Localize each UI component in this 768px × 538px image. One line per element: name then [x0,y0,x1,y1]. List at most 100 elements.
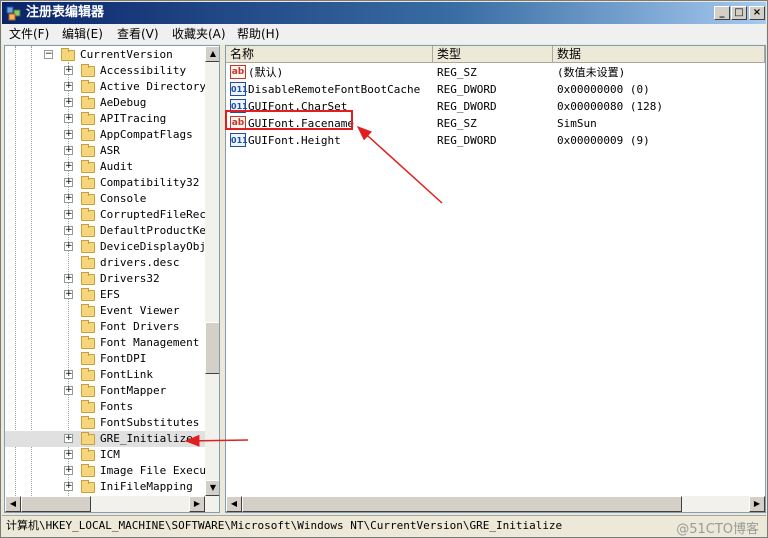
expand-icon[interactable]: + [64,82,73,91]
tree-node-label: DeviceDisplayObje [100,240,213,253]
scroll-down-arrow-icon[interactable]: ▼ [205,480,219,496]
expand-icon[interactable]: + [64,114,73,123]
tree-node-label: Image File Execut [100,464,213,477]
expand-icon[interactable]: + [64,274,73,283]
expand-icon[interactable]: + [64,370,73,379]
tree-node[interactable]: + FontLink [5,367,205,383]
expand-icon[interactable]: + [64,242,73,251]
column-header-name[interactable]: 名称 [226,46,433,63]
tree-node[interactable]: Font Drivers [5,319,205,335]
tree-node[interactable]: + GRE_Initialize [5,431,205,447]
tree-node-label: APITracing [100,112,167,125]
value-row[interactable]: ab (默认) REG_SZ (数值未设置) [226,64,765,81]
expand-icon[interactable]: + [64,226,73,235]
expand-icon[interactable]: + [64,194,73,203]
column-header-type[interactable]: 类型 [433,46,553,63]
menu-view[interactable]: 查看(V) [114,26,162,42]
scroll-right-arrow-icon[interactable]: ▶ [749,496,765,512]
value-type: REG_DWORD [437,83,497,96]
tree-node[interactable]: FontSubstitutes [5,415,205,431]
tree-node-label: Audit [100,160,134,173]
tree-node[interactable]: + CorruptedFileReco [5,207,213,223]
folder-icon [81,368,95,381]
tree-node[interactable]: Fonts [5,399,205,415]
scroll-thumb[interactable] [205,322,219,374]
menu-file[interactable]: 文件(F) [6,26,52,42]
folder-icon [81,96,95,109]
menu-favorites[interactable]: 收藏夹(A) [169,26,229,42]
key-tree-pane[interactable]: − CurrentVersion + Accessibility + Active D… [4,45,220,513]
scroll-up-arrow-icon[interactable]: ▲ [205,46,219,62]
expand-icon[interactable]: + [64,290,73,299]
folder-icon [81,112,95,125]
tree-node[interactable]: Event Viewer [5,303,205,319]
expand-icon[interactable]: + [64,386,73,395]
scroll-left-arrow-icon[interactable]: ◀ [226,496,242,512]
list-horizontal-scrollbar[interactable]: ◀ ▶ [226,496,765,512]
tree-node[interactable]: + ICM [5,447,205,463]
tree-node[interactable]: + AppCompatFlags [5,127,205,143]
tree-node[interactable]: + Console [5,191,205,207]
scroll-right-arrow-icon[interactable]: ▶ [189,496,205,512]
expand-icon[interactable]: + [64,178,73,187]
maximize-button[interactable]: □ [731,6,747,20]
expand-icon[interactable]: + [64,434,73,443]
folder-icon [81,128,95,141]
scroll-left-arrow-icon[interactable]: ◀ [5,496,21,512]
tree-node-currentversion[interactable]: − CurrentVersion [5,47,205,63]
folder-icon [81,384,95,397]
binary-value-icon: 011 [230,82,248,96]
expand-icon[interactable]: + [64,98,73,107]
tree-node-label: ASR [100,144,120,157]
folder-icon [81,464,95,477]
tree-node[interactable]: + AeDebug [5,95,205,111]
tree-node[interactable]: + FontMapper [5,383,205,399]
tree-node[interactable]: drivers.desc [5,255,205,271]
tree-node[interactable]: + Image File Execut [5,463,213,479]
scroll-thumb[interactable] [242,496,682,512]
expand-icon[interactable]: + [64,482,73,491]
tree-node-label: CorruptedFileReco [100,208,213,221]
value-row[interactable]: 011 DisableRemoteFontBootCache REG_DWORD 0x… [226,81,765,98]
expand-icon[interactable]: + [64,162,73,171]
close-button[interactable]: × [749,6,765,20]
tree-node[interactable]: + EFS [5,287,205,303]
expand-icon[interactable]: + [64,146,73,155]
tree-node[interactable]: + Compatibility32 [5,175,205,191]
tree-node[interactable]: + ASR [5,143,205,159]
tree-node[interactable]: + IniFileMapping [5,479,205,495]
tree-vertical-scrollbar[interactable]: ▲ ▼ [205,46,219,496]
folder-icon [81,400,95,413]
tree-node-label: IniFileMapping [100,480,193,493]
value-row[interactable]: 011 GUIFont.Height REG_DWORD 0x00000009 (9) [226,132,765,149]
tree-node-label: CurrentVersion [80,48,173,61]
expand-icon[interactable]: + [64,466,73,475]
expand-icon[interactable]: + [64,66,73,75]
minimize-button[interactable]: _ [714,6,730,20]
title-bar[interactable]: 注册表编辑器 _ □ × [2,2,766,24]
tree-node[interactable]: FontDPI [5,351,205,367]
tree-node-label: FontSubstitutes [100,416,200,429]
expand-icon[interactable]: + [64,210,73,219]
menu-edit[interactable]: 编辑(E) [59,26,106,42]
tree-node[interactable]: + APITracing [5,111,205,127]
tree-node[interactable]: + Accessibility [5,63,205,79]
menu-help[interactable]: 帮助(H) [234,26,282,42]
folder-icon [81,80,95,93]
tree-node[interactable]: + Drivers32 [5,271,205,287]
tree-node[interactable]: Font Management [5,335,205,351]
collapse-icon[interactable]: − [44,50,53,59]
tree-node[interactable]: + Active Directory [5,79,206,95]
tree-horizontal-scrollbar[interactable]: ◀ ▶ [5,496,219,512]
tree-node[interactable]: + DefaultProductKey [5,223,213,239]
tree-node-label: Active Directory [100,80,206,93]
watermark: @51CTO博客 [676,522,759,537]
menu-bar: 文件(F) 编辑(E) 查看(V) 收藏夹(A) 帮助(H) [2,24,766,44]
column-header-data[interactable]: 数据 [553,46,765,63]
expand-icon[interactable]: + [64,130,73,139]
tree-node[interactable]: + DeviceDisplayObje [5,239,213,255]
folder-icon [81,192,95,205]
expand-icon[interactable]: + [64,450,73,459]
scroll-thumb[interactable] [21,496,91,512]
tree-node[interactable]: + Audit [5,159,205,175]
